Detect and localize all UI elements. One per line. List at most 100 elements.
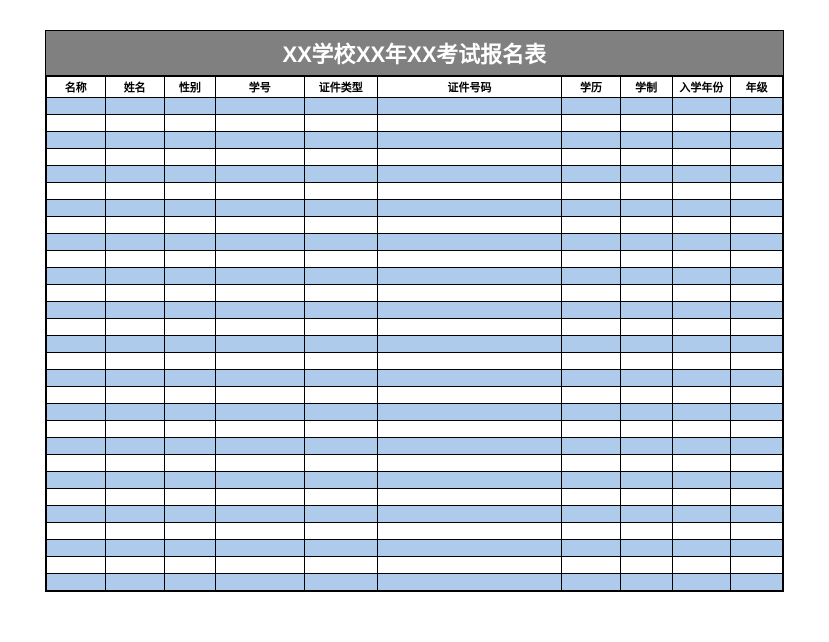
table-cell bbox=[731, 404, 783, 421]
table-cell bbox=[562, 319, 621, 336]
table-cell bbox=[562, 285, 621, 302]
table-cell bbox=[672, 523, 731, 540]
table-cell bbox=[216, 166, 304, 183]
table-cell bbox=[731, 217, 783, 234]
table-cell bbox=[164, 302, 216, 319]
table-cell bbox=[621, 506, 673, 523]
table-row bbox=[47, 285, 783, 302]
table-cell bbox=[378, 404, 562, 421]
table-cell bbox=[562, 557, 621, 574]
table-cell bbox=[164, 574, 216, 591]
table-cell bbox=[672, 506, 731, 523]
table-cell bbox=[731, 438, 783, 455]
table-cell bbox=[164, 404, 216, 421]
table-cell bbox=[105, 183, 164, 200]
table-cell bbox=[105, 98, 164, 115]
table-cell bbox=[105, 404, 164, 421]
table-row bbox=[47, 166, 783, 183]
table-cell bbox=[164, 421, 216, 438]
table-cell bbox=[216, 557, 304, 574]
table-cell bbox=[672, 404, 731, 421]
table-cell bbox=[304, 166, 378, 183]
table-cell bbox=[47, 302, 106, 319]
table-cell bbox=[621, 183, 673, 200]
table-cell bbox=[378, 336, 562, 353]
table-cell bbox=[304, 319, 378, 336]
table-row bbox=[47, 540, 783, 557]
form-title: XX学校XX年XX考试报名表 bbox=[46, 31, 783, 76]
table-cell bbox=[731, 183, 783, 200]
table-cell bbox=[378, 353, 562, 370]
table-cell bbox=[621, 251, 673, 268]
table-cell bbox=[621, 574, 673, 591]
table-cell bbox=[672, 540, 731, 557]
table-cell bbox=[47, 489, 106, 506]
table-body bbox=[47, 98, 783, 591]
table-cell bbox=[216, 540, 304, 557]
table-cell bbox=[378, 234, 562, 251]
table-cell bbox=[672, 421, 731, 438]
table-cell bbox=[164, 132, 216, 149]
table-cell bbox=[672, 183, 731, 200]
table-cell bbox=[672, 387, 731, 404]
table-cell bbox=[47, 251, 106, 268]
table-cell bbox=[164, 217, 216, 234]
table-cell bbox=[731, 523, 783, 540]
table-cell bbox=[562, 302, 621, 319]
table-cell bbox=[216, 472, 304, 489]
table-cell bbox=[105, 302, 164, 319]
table-cell bbox=[47, 183, 106, 200]
table-cell bbox=[621, 438, 673, 455]
table-cell bbox=[672, 166, 731, 183]
table-cell bbox=[164, 489, 216, 506]
table-cell bbox=[731, 455, 783, 472]
table-cell bbox=[47, 234, 106, 251]
table-cell bbox=[378, 540, 562, 557]
table-row bbox=[47, 370, 783, 387]
table-cell bbox=[562, 489, 621, 506]
table-row bbox=[47, 319, 783, 336]
table-cell bbox=[47, 353, 106, 370]
table-cell bbox=[164, 115, 216, 132]
table-cell bbox=[621, 268, 673, 285]
table-cell bbox=[731, 353, 783, 370]
table-cell bbox=[378, 421, 562, 438]
table-cell bbox=[164, 455, 216, 472]
table-cell bbox=[731, 387, 783, 404]
table-row bbox=[47, 353, 783, 370]
table-cell bbox=[562, 183, 621, 200]
table-cell bbox=[378, 506, 562, 523]
table-cell bbox=[47, 455, 106, 472]
table-cell bbox=[47, 404, 106, 421]
table-cell bbox=[562, 200, 621, 217]
table-cell bbox=[378, 98, 562, 115]
table-cell bbox=[105, 336, 164, 353]
table-cell bbox=[672, 336, 731, 353]
table-cell bbox=[621, 353, 673, 370]
table-cell bbox=[731, 557, 783, 574]
table-row bbox=[47, 506, 783, 523]
table-cell bbox=[672, 98, 731, 115]
table-cell bbox=[562, 506, 621, 523]
header-xingbie: 性别 bbox=[164, 77, 216, 98]
table-cell bbox=[672, 353, 731, 370]
table-cell bbox=[105, 319, 164, 336]
table-cell bbox=[47, 217, 106, 234]
table-row bbox=[47, 268, 783, 285]
table-cell bbox=[672, 438, 731, 455]
table-cell bbox=[672, 132, 731, 149]
table-cell bbox=[105, 387, 164, 404]
table-cell bbox=[621, 489, 673, 506]
table-cell bbox=[47, 285, 106, 302]
table-cell bbox=[216, 574, 304, 591]
table-cell bbox=[164, 523, 216, 540]
table-row bbox=[47, 489, 783, 506]
table-cell bbox=[304, 234, 378, 251]
table-cell bbox=[164, 319, 216, 336]
header-zhengjianleixing: 证件类型 bbox=[304, 77, 378, 98]
table-cell bbox=[164, 285, 216, 302]
table-cell bbox=[47, 370, 106, 387]
table-cell bbox=[672, 319, 731, 336]
table-cell bbox=[164, 149, 216, 166]
table-cell bbox=[731, 268, 783, 285]
